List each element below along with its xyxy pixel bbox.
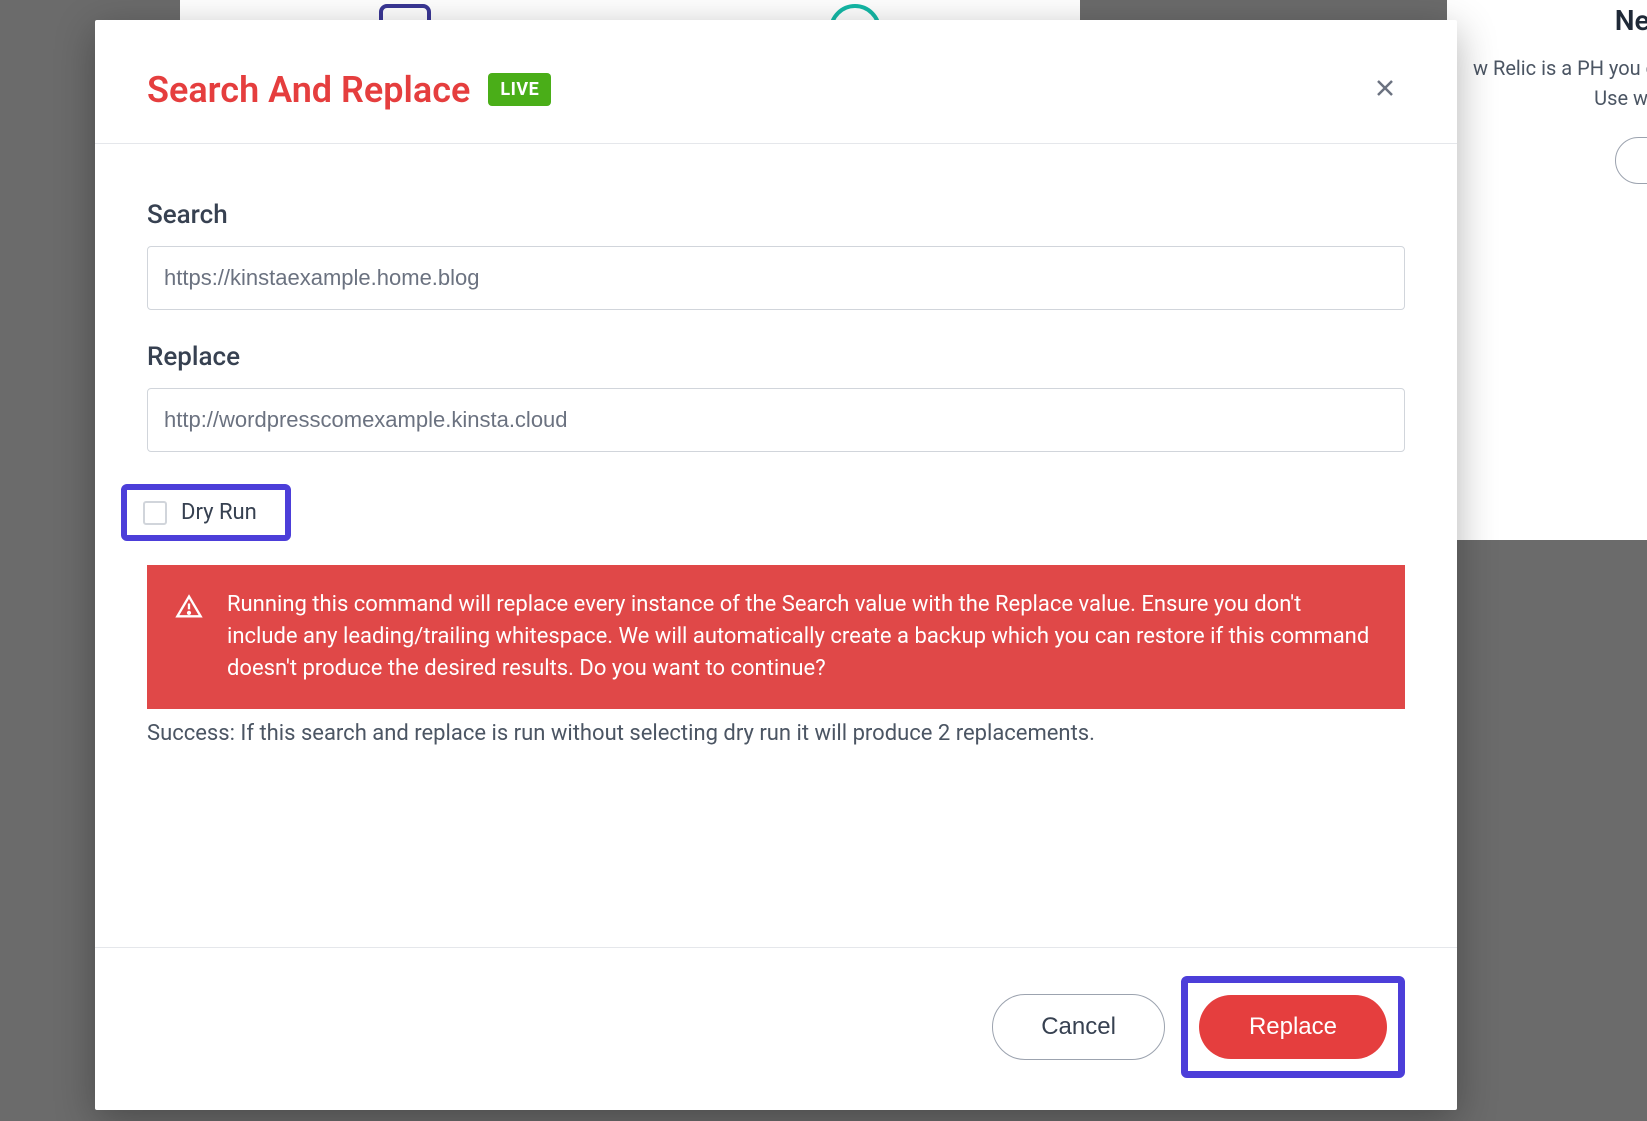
dry-run-wrapper[interactable]: Dry Run (121, 484, 291, 541)
search-group: Search (147, 200, 1405, 310)
search-input[interactable] (147, 246, 1405, 310)
modal-title: Search And Replace (147, 69, 470, 111)
search-label: Search (147, 200, 1405, 230)
background-card-right: New Relic w Relic is a PH you can use er… (1447, 0, 1647, 540)
modal-body: Search Replace Dry Run Running this comm… (95, 144, 1457, 947)
close-icon (1373, 76, 1397, 100)
bg-card-button[interactable]: Start M (1615, 137, 1647, 184)
success-message: Success: If this search and replace is r… (147, 721, 1405, 746)
bg-card-text: w Relic is a PH you can use erformance s… (1471, 53, 1647, 113)
dry-run-label: Dry Run (181, 500, 257, 525)
replace-label: Replace (147, 342, 1405, 372)
live-badge: LIVE (488, 73, 551, 106)
replace-button[interactable]: Replace (1199, 995, 1387, 1059)
header-left: Search And Replace LIVE (147, 69, 551, 111)
cancel-button[interactable]: Cancel (992, 994, 1165, 1060)
search-replace-modal: Search And Replace LIVE Search Replace D… (95, 20, 1457, 1110)
bg-card-title: New Relic (1471, 4, 1647, 37)
dry-run-checkbox[interactable] (143, 501, 167, 525)
replace-button-highlight: Replace (1181, 976, 1405, 1078)
modal-footer: Cancel Replace (95, 947, 1457, 1110)
replace-input[interactable] (147, 388, 1405, 452)
alert-text: Running this command will replace every … (227, 589, 1377, 685)
warning-icon (175, 593, 203, 621)
replace-group: Replace (147, 342, 1405, 452)
modal-header: Search And Replace LIVE (95, 20, 1457, 144)
warning-alert: Running this command will replace every … (147, 565, 1405, 709)
close-button[interactable] (1365, 68, 1405, 111)
